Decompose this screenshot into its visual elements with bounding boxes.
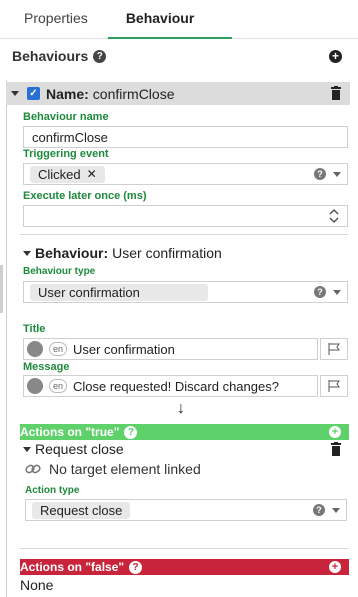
behaviour-type-select[interactable]: User confirmation ? xyxy=(23,281,348,303)
field-help-icon[interactable]: ? xyxy=(313,504,325,516)
message-value: Close requested! Discard changes? xyxy=(73,378,279,394)
message-input[interactable]: en Close requested! Discard changes? xyxy=(23,375,318,397)
separator xyxy=(20,548,348,549)
triggering-event-label: Triggering event xyxy=(23,148,109,160)
execute-later-label: Execute later once (ms) xyxy=(23,190,147,202)
behaviours-header: Behaviours ? xyxy=(12,48,107,64)
flag-icon xyxy=(328,380,340,392)
side-strip xyxy=(0,265,3,313)
behaviour-name-label: Behaviour name xyxy=(23,111,109,123)
actions-false-label: Actions on "false" xyxy=(20,560,125,574)
help-icon[interactable]: ? xyxy=(129,560,143,574)
actions-true-bar: Actions on "true" ? + xyxy=(20,424,349,440)
behaviour-type-label: Behaviour type xyxy=(23,266,96,277)
behaviour-subheader: Behaviour: User confirmation xyxy=(23,245,222,261)
spinner-icon[interactable] xyxy=(329,208,339,224)
behaviour-name-value: confirmClose xyxy=(32,129,108,145)
behaviour-value: User confirmation xyxy=(112,245,222,261)
name-value: confirmClose xyxy=(92,85,175,102)
event-chip-label: Clicked xyxy=(38,166,81,182)
help-icon[interactable]: ? xyxy=(124,425,138,439)
message-label: Message xyxy=(23,361,70,373)
action-type-label: Action type xyxy=(25,485,80,496)
trash-icon[interactable] xyxy=(330,442,342,456)
dropdown-arrow-icon[interactable] xyxy=(333,289,341,295)
action-type-chip: Request close xyxy=(32,501,131,519)
language-badge: en xyxy=(49,379,67,393)
no-target-text: No target element linked xyxy=(49,461,201,477)
language-badge: en xyxy=(49,342,67,356)
action-type-value: Request close xyxy=(40,502,123,518)
request-close-header: Request close xyxy=(23,441,124,457)
field-help-icon[interactable]: ? xyxy=(314,286,326,298)
dropdown-arrow-icon[interactable] xyxy=(333,171,341,177)
action-type-select[interactable]: Request close ? xyxy=(25,499,347,521)
behaviour-name-input[interactable]: confirmClose xyxy=(23,126,348,148)
add-action-icon[interactable]: + xyxy=(329,561,341,573)
enabled-checkbox[interactable]: ✓ xyxy=(27,87,40,100)
collapse-chevron-icon[interactable] xyxy=(23,446,31,452)
chip-remove-icon[interactable]: ✕ xyxy=(87,167,97,181)
behaviour-item-header: ✓ Name: confirmClose xyxy=(6,82,350,105)
actions-false-bar: Actions on "false" ? + xyxy=(20,559,349,575)
collapse-chevron-icon[interactable] xyxy=(11,91,19,96)
behaviours-title: Behaviours xyxy=(12,48,89,64)
dropdown-arrow-icon[interactable] xyxy=(332,507,340,513)
collapse-chevron-icon[interactable] xyxy=(23,250,31,256)
separator xyxy=(20,234,348,235)
request-close-title: Request close xyxy=(35,441,124,457)
actions-true-label: Actions on "true" xyxy=(20,425,120,439)
triggering-event-select[interactable]: Clicked ✕ ? xyxy=(23,163,348,185)
execute-later-input[interactable] xyxy=(23,205,348,227)
globe-icon[interactable] xyxy=(27,378,43,394)
globe-icon[interactable] xyxy=(27,341,43,357)
behaviour-type-value: User confirmation xyxy=(38,284,140,300)
flag-button[interactable] xyxy=(320,375,348,397)
add-action-icon[interactable]: + xyxy=(329,426,341,438)
none-text: None xyxy=(20,577,54,593)
name-prefix: Name: xyxy=(46,85,89,102)
behaviour-prefix: Behaviour: xyxy=(35,245,109,261)
add-behaviour-icon[interactable]: + xyxy=(329,50,342,63)
tab-bar: Properties Behaviour xyxy=(0,0,358,39)
flow-arrow-icon: ↓ xyxy=(177,400,185,417)
flag-button[interactable] xyxy=(320,338,348,360)
no-target-row: No target element linked xyxy=(25,461,201,477)
help-icon[interactable]: ? xyxy=(93,49,107,63)
title-label: Title xyxy=(23,323,46,335)
link-icon xyxy=(25,464,41,474)
title-input[interactable]: en User confirmation xyxy=(23,338,318,360)
event-chip[interactable]: Clicked ✕ xyxy=(30,165,105,183)
flag-icon xyxy=(328,343,340,355)
trash-icon[interactable] xyxy=(330,86,342,100)
tab-properties[interactable]: Properties xyxy=(0,0,100,39)
title-value: User confirmation xyxy=(73,341,175,357)
field-help-icon[interactable]: ? xyxy=(314,168,326,180)
tab-behaviour[interactable]: Behaviour xyxy=(107,0,233,39)
behaviour-type-chip: User confirmation xyxy=(30,283,208,301)
